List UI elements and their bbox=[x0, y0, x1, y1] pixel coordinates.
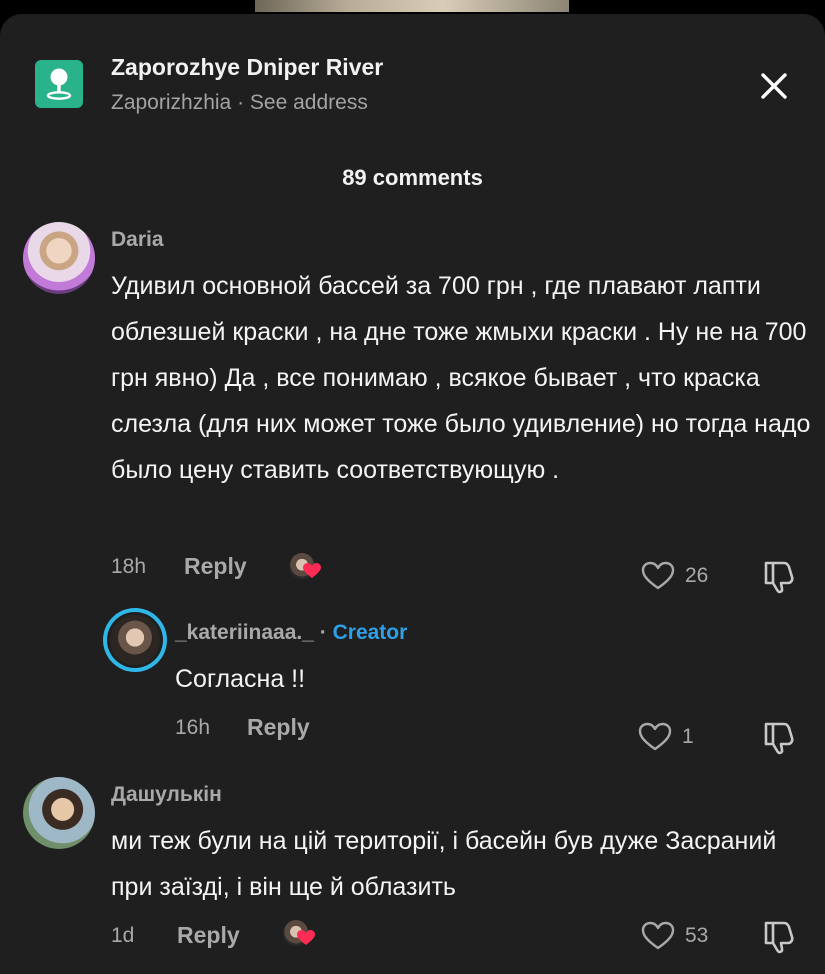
location-title[interactable]: Zaporozhye Dniper River bbox=[111, 54, 383, 81]
dislike-icon[interactable] bbox=[760, 919, 798, 955]
location-city: Zaporizhzhia bbox=[111, 91, 232, 114]
location-separator: · bbox=[231, 91, 250, 114]
reply-button[interactable]: Reply bbox=[247, 714, 310, 741]
like-button[interactable]: 26 bbox=[641, 561, 708, 591]
see-address-link[interactable]: See address bbox=[250, 91, 368, 114]
close-icon bbox=[761, 73, 787, 99]
avatar[interactable] bbox=[23, 777, 95, 849]
reply-username-line: _kateriinaaa._ · Creator bbox=[175, 621, 407, 645]
creator-heart-reaction-icon bbox=[303, 563, 321, 578]
dislike-icon[interactable] bbox=[760, 720, 798, 756]
comment-text: ми теж були на цій території, і басейн б… bbox=[111, 827, 777, 901]
comment-username[interactable]: Дашулькін bbox=[111, 783, 222, 807]
creator-reaction bbox=[287, 551, 321, 581]
like-count: 26 bbox=[685, 564, 709, 587]
heart-icon bbox=[638, 722, 672, 751]
video-preview-strip bbox=[255, 0, 569, 12]
creator-badge: Creator bbox=[332, 621, 408, 644]
badge-separator: · bbox=[313, 621, 333, 644]
creator-avatar-image bbox=[110, 615, 160, 665]
comment-time: 1d bbox=[111, 924, 135, 947]
comment-username[interactable]: _kateriinaaa._ bbox=[175, 621, 314, 644]
location-subtitle: Zaporizhzhia · See address bbox=[111, 91, 368, 115]
comments-sheet: Zaporozhye Dniper River Zaporizhzhia · S… bbox=[0, 14, 825, 974]
heart-icon bbox=[641, 561, 675, 590]
location-badge[interactable] bbox=[35, 60, 83, 108]
comment-time: 18h bbox=[111, 555, 147, 578]
reply-button[interactable]: Reply bbox=[184, 553, 247, 580]
creator-reaction bbox=[281, 918, 315, 948]
comment-username[interactable]: Daria bbox=[111, 228, 164, 252]
reply-button[interactable]: Reply bbox=[177, 922, 240, 949]
like-button[interactable]: 1 bbox=[638, 722, 694, 752]
creator-heart-reaction-icon bbox=[297, 930, 315, 945]
map-pin-icon bbox=[46, 68, 72, 100]
avatar[interactable] bbox=[23, 222, 95, 294]
dislike-icon[interactable] bbox=[760, 559, 798, 595]
like-count: 1 bbox=[682, 725, 694, 748]
comments-count: 89 comments bbox=[342, 165, 483, 190]
comment-text: Согласна !! bbox=[175, 665, 306, 693]
close-button[interactable] bbox=[752, 64, 796, 108]
like-count: 53 bbox=[685, 924, 709, 947]
comment-text: Удивил основной бассей за 700 грн , где … bbox=[111, 272, 811, 484]
heart-icon bbox=[641, 921, 675, 950]
like-button[interactable]: 53 bbox=[641, 921, 708, 951]
creator-avatar[interactable] bbox=[103, 608, 167, 672]
comment-time: 16h bbox=[175, 716, 211, 739]
